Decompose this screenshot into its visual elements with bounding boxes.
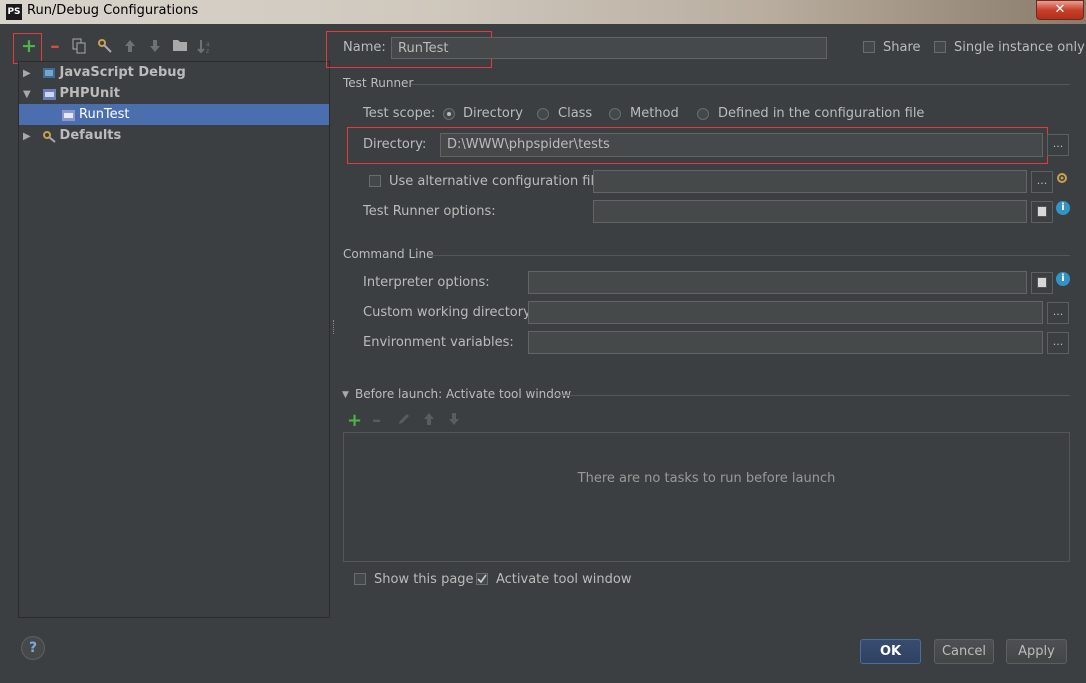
scope-directory-label[interactable]: Directory	[463, 106, 523, 121]
arrow-down-icon[interactable]	[146, 38, 164, 56]
wrench-icon[interactable]	[96, 38, 114, 56]
phpunit-icon	[42, 87, 57, 100]
test-runner-section-title: Test Runner	[343, 76, 414, 90]
env-vars-input[interactable]	[528, 331, 1043, 354]
single-instance-label[interactable]: Single instance only	[954, 40, 1085, 55]
tree-item-runtest[interactable]: RunTest	[19, 104, 329, 125]
edit-env-vars-button[interactable]: ...	[1047, 332, 1069, 354]
single-instance-checkbox[interactable]	[934, 41, 946, 53]
expand-interpreter-button[interactable]	[1031, 272, 1053, 294]
collapse-arrow-icon[interactable]: ▼	[23, 84, 37, 105]
add-configuration-button[interactable]: +	[20, 37, 38, 56]
scope-method-radio[interactable]	[609, 108, 621, 120]
before-launch-title[interactable]: Before launch: Activate tool window	[355, 387, 571, 401]
activate-tool-window-checkbox[interactable]	[476, 573, 488, 585]
close-button[interactable]: ✕	[1036, 0, 1084, 20]
tree-item-label: PHPUnit	[59, 86, 120, 101]
env-vars-label: Environment variables:	[363, 335, 514, 350]
share-checkbox[interactable]	[863, 41, 875, 53]
section-divider	[428, 255, 1070, 256]
working-dir-label: Custom working directory:	[363, 305, 535, 320]
tree-item-label: RunTest	[79, 107, 130, 122]
directory-label: Directory:	[363, 137, 427, 152]
folder-icon[interactable]	[171, 38, 189, 56]
expand-options-button[interactable]	[1031, 201, 1053, 223]
config-settings-icon[interactable]	[1055, 171, 1069, 185]
info-icon[interactable]: i	[1056, 201, 1070, 215]
name-input[interactable]: RunTest	[391, 37, 827, 59]
title-bar: PS Run/Debug Configurations ✕	[0, 0, 1086, 24]
directory-input[interactable]: D:\WWW\phpspider\tests	[440, 133, 1043, 157]
scope-class-label[interactable]: Class	[558, 106, 592, 121]
browse-config-button[interactable]: ...	[1031, 171, 1053, 193]
svg-text:a: a	[206, 41, 210, 48]
command-line-section-title: Command Line	[343, 247, 434, 261]
scope-config-file-label[interactable]: Defined in the configuration file	[718, 106, 924, 121]
section-divider	[553, 395, 1070, 396]
before-launch-task-list[interactable]: There are no tasks to run before launch	[343, 432, 1070, 562]
scope-method-label[interactable]: Method	[630, 106, 679, 121]
tree-item-javascript-debug[interactable]: ▶ JavaScript Debug	[19, 62, 329, 83]
sort-icon[interactable]: az	[196, 38, 214, 56]
edit-task-icon[interactable]	[397, 412, 411, 430]
show-page-checkbox[interactable]	[354, 573, 366, 585]
arrow-up-icon[interactable]	[121, 38, 139, 56]
wrench-icon	[42, 129, 57, 143]
expand-arrow-icon[interactable]: ▶	[23, 126, 37, 147]
section-divider	[411, 84, 1070, 85]
interpreter-options-label: Interpreter options:	[363, 275, 490, 290]
add-task-button[interactable]: +	[347, 410, 362, 431]
runner-options-label: Test Runner options:	[363, 204, 496, 219]
scope-class-radio[interactable]	[537, 108, 549, 120]
remove-configuration-button[interactable]: –	[46, 37, 64, 56]
arrow-up-icon[interactable]	[422, 412, 436, 430]
arrow-down-icon[interactable]	[447, 412, 461, 430]
empty-tasks-text: There are no tasks to run before launch	[577, 471, 836, 486]
tree-item-label: Defaults	[59, 128, 122, 143]
tree-item-phpunit[interactable]: ▼ PHPUnit	[19, 83, 329, 104]
alt-config-label[interactable]: Use alternative configuration file:	[389, 174, 607, 189]
alt-config-checkbox[interactable]	[369, 175, 381, 187]
help-button[interactable]: ?	[21, 636, 45, 660]
javascript-debug-icon	[42, 66, 57, 79]
browse-directory-button[interactable]: ...	[1047, 134, 1069, 156]
collapse-arrow-icon[interactable]: ▼	[342, 390, 349, 400]
expand-arrow-icon[interactable]: ▶	[23, 63, 37, 84]
scope-directory-radio[interactable]	[443, 108, 455, 120]
phpunit-config-icon	[61, 108, 76, 121]
runner-options-input[interactable]	[593, 200, 1027, 223]
apply-button[interactable]: Apply	[1006, 639, 1067, 664]
scope-config-file-radio[interactable]	[697, 108, 709, 120]
working-dir-input[interactable]	[528, 301, 1043, 324]
interpreter-options-input[interactable]	[528, 271, 1027, 294]
tree-item-defaults[interactable]: ▶ Defaults	[19, 125, 329, 146]
copy-icon[interactable]	[70, 38, 88, 56]
activate-tool-window-label[interactable]: Activate tool window	[496, 572, 631, 587]
info-icon[interactable]: i	[1056, 272, 1070, 286]
window-title: Run/Debug Configurations	[27, 3, 199, 18]
test-scope-label: Test scope:	[363, 106, 436, 121]
alt-config-input[interactable]	[593, 170, 1027, 193]
remove-task-button[interactable]: –	[372, 410, 381, 431]
tree-item-label: JavaScript Debug	[59, 65, 186, 80]
svg-text:z: z	[206, 48, 209, 54]
share-label[interactable]: Share	[883, 40, 921, 55]
ok-button[interactable]: OK	[860, 639, 921, 664]
app-logo-icon: PS	[6, 4, 22, 20]
show-page-label[interactable]: Show this page	[374, 572, 474, 587]
browse-working-dir-button[interactable]: ...	[1047, 302, 1069, 324]
cancel-button[interactable]: Cancel	[934, 639, 994, 664]
name-label: Name:	[343, 40, 386, 55]
configuration-tree[interactable]: ▶ JavaScript Debug ▼ PHPUnit RunTest ▶ D…	[18, 61, 330, 618]
splitter-handle[interactable]	[333, 320, 336, 334]
